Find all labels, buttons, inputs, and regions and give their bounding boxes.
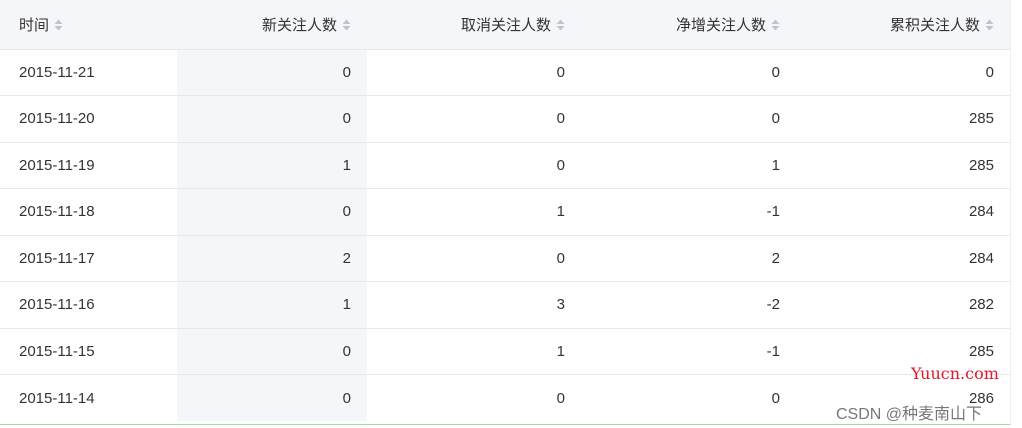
column-header-label: 取消关注人数	[460, 16, 551, 34]
csdn-watermark: CSDN @种麦南山下	[836, 406, 983, 423]
cell-net-growth: -2	[766, 296, 780, 314]
cell-net-growth: 0	[771, 110, 780, 128]
cell-net-growth: 2	[771, 249, 780, 267]
cell-cumulative: 284	[968, 249, 994, 267]
cell-cumulative: 284	[968, 203, 994, 221]
cell-date: 2015-11-18	[19, 203, 95, 221]
cell-net-growth: 1	[771, 156, 780, 174]
table-row: 2015-11-17 2 0 2 284	[0, 235, 1010, 282]
column-header-label: 累积关注人数	[889, 16, 980, 34]
cell-net-growth: 0	[771, 63, 780, 81]
cell-cumulative: 285	[968, 110, 994, 128]
table-row: 2015-11-15 0 1 -1 285	[0, 328, 1010, 375]
cell-new-followers: 1	[177, 281, 367, 328]
cell-date: 2015-11-14	[19, 389, 95, 407]
column-header-label: 净增关注人数	[675, 16, 766, 34]
column-header-unfollows[interactable]: 取消关注人数	[367, 0, 581, 49]
cell-new-followers: 0	[177, 95, 367, 142]
cell-cumulative: 282	[968, 296, 994, 314]
cell-unfollows: 1	[556, 342, 565, 360]
cell-new-followers: 1	[177, 142, 367, 189]
cell-date: 2015-11-16	[19, 296, 95, 314]
cell-unfollows: 3	[556, 296, 565, 314]
cell-unfollows: 0	[556, 110, 565, 128]
cell-cumulative: 0	[985, 63, 994, 81]
cell-cumulative: 285	[968, 156, 994, 174]
cell-unfollows: 0	[556, 63, 565, 81]
cell-net-growth: 0	[771, 389, 780, 407]
data-table-container: 时间 新关注人数 取消关注人数 净增关注人数 累积关注人数 2015-11-21…	[0, 0, 1011, 425]
table-row: 2015-11-20 0 0 0 285	[0, 95, 1010, 142]
cell-date: 2015-11-19	[19, 156, 95, 174]
cell-date: 2015-11-21	[19, 63, 95, 81]
table-row: 2015-11-16 1 3 -2 282	[0, 281, 1010, 328]
table-row: 2015-11-18 0 1 -1 284	[0, 188, 1010, 235]
cell-net-growth: -1	[766, 342, 780, 360]
cell-date: 2015-11-17	[19, 249, 95, 267]
sort-icon[interactable]	[54, 19, 63, 31]
cell-net-growth: -1	[766, 203, 780, 221]
table-row: 2015-11-21 0 0 0 0	[0, 49, 1010, 96]
cell-date: 2015-11-20	[19, 110, 95, 128]
sort-icon[interactable]	[771, 19, 780, 31]
column-header-label: 时间	[19, 16, 50, 34]
cell-new-followers: 0	[177, 49, 367, 96]
column-header-label: 新关注人数	[261, 16, 337, 34]
column-header-cumulative-followers[interactable]: 累积关注人数	[796, 0, 1010, 49]
cell-new-followers: 0	[177, 188, 367, 235]
column-header-date[interactable]: 时间	[0, 0, 177, 49]
follower-stats-table: 时间 新关注人数 取消关注人数 净增关注人数 累积关注人数 2015-11-21…	[0, 0, 1010, 421]
sort-icon[interactable]	[556, 19, 565, 31]
column-header-new-followers[interactable]: 新关注人数	[177, 0, 367, 49]
site-watermark: Yuucn.com	[911, 364, 999, 383]
cell-unfollows: 0	[556, 249, 565, 267]
cell-new-followers: 2	[177, 235, 367, 282]
table-header-row: 时间 新关注人数 取消关注人数 净增关注人数 累积关注人数	[0, 0, 1010, 49]
cell-unfollows: 0	[556, 389, 565, 407]
table-row: 2015-11-19 1 0 1 285	[0, 142, 1010, 189]
cell-new-followers: 0	[177, 374, 367, 421]
cell-new-followers: 0	[177, 328, 367, 375]
sort-icon[interactable]	[342, 19, 351, 31]
column-header-net-growth[interactable]: 净增关注人数	[581, 0, 796, 49]
sort-icon[interactable]	[985, 19, 994, 31]
cell-date: 2015-11-15	[19, 342, 95, 360]
cell-unfollows: 0	[556, 156, 565, 174]
cell-unfollows: 1	[556, 203, 565, 221]
